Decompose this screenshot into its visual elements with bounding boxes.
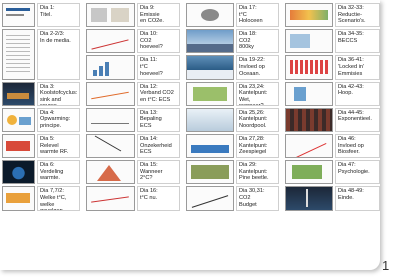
slide-thumbnail[interactable] bbox=[2, 107, 35, 132]
slide-thumbnail[interactable] bbox=[86, 133, 135, 159]
slide-thumbnail[interactable] bbox=[186, 107, 234, 132]
slide-thumbnail[interactable] bbox=[285, 29, 333, 54]
slide-label: Dia 12: Verband CO2 en t°C: ECS bbox=[137, 81, 180, 106]
slide-thumbnail[interactable] bbox=[2, 81, 35, 106]
page-number: 1 bbox=[382, 258, 390, 273]
slide-label: Dia 18: CO2 800ky bbox=[236, 29, 279, 54]
slide-label: Dia 15: Wanneer 2°C? bbox=[137, 160, 180, 185]
slide-thumbnail[interactable] bbox=[86, 81, 135, 106]
slide-thumbnail[interactable] bbox=[86, 3, 135, 28]
slide-label: Dia 42-43: Hoop. bbox=[335, 81, 380, 106]
slide-label: Dia 17: t°C Holoceen bbox=[236, 3, 279, 28]
slide-thumbnail[interactable] bbox=[285, 186, 333, 211]
slide-label: Dia 19-22: Invloed op Oceaan. bbox=[236, 55, 279, 80]
slide-grid: Dia 1: Titel. Dia 9: Emissie en CO2e. Di… bbox=[2, 2, 380, 268]
slide-label: Dia 34-35: BECCS bbox=[335, 29, 380, 54]
slide-label: Dia 32-33: Reductie- Scenario's. bbox=[335, 3, 380, 28]
slide-label: Dia 5: Relevel warmte RF. bbox=[37, 133, 80, 159]
slide-label: Dia 13: Bepaling ECS bbox=[137, 107, 180, 132]
slide-thumbnail[interactable] bbox=[186, 160, 234, 185]
slide-label: Dia 30,31: CO2 Budget bbox=[236, 186, 279, 211]
slide-thumbnail[interactable] bbox=[2, 186, 35, 211]
slide-label: Dia 14: Onzekerheid ECS bbox=[137, 133, 180, 159]
slide-label: Dia 1: Titel. bbox=[37, 3, 80, 28]
slide-thumbnail[interactable] bbox=[285, 55, 333, 80]
slide-thumbnail[interactable] bbox=[285, 107, 333, 132]
slide-thumbnail[interactable] bbox=[86, 55, 135, 80]
slide-thumbnail[interactable] bbox=[2, 3, 35, 28]
slide-label: Dia 16: t°C nu. bbox=[137, 186, 180, 211]
slide-thumbnail[interactable] bbox=[186, 186, 234, 211]
slide-label: Dia 27,28: Kantelpunt: Zeespiegel bbox=[236, 133, 279, 159]
slide-label: Dia 36-41: 'Locked in' Emmisies bbox=[335, 55, 380, 80]
slide-label: Dia 46: Invloed op Biosfeer. bbox=[335, 133, 380, 159]
slide-thumbnail[interactable] bbox=[186, 55, 234, 80]
slide-label: Dia 2-2/3: In de media. bbox=[37, 29, 80, 80]
slide-thumbnail[interactable] bbox=[285, 160, 333, 185]
slide-label: Dia 29: Kantelpunt: Pine beetle. bbox=[236, 160, 279, 185]
slide-thumbnail[interactable] bbox=[2, 160, 35, 185]
slide-thumbnail[interactable] bbox=[285, 133, 333, 159]
slide-thumbnail[interactable] bbox=[86, 160, 135, 185]
slide-thumbnail[interactable] bbox=[86, 186, 135, 211]
slide-thumbnail[interactable] bbox=[186, 81, 234, 106]
slide-label: Dia 23,24: Kantelpunt: Wet, wanneer? bbox=[236, 81, 279, 106]
slide-thumbnail[interactable] bbox=[2, 29, 35, 80]
slide-thumbnail[interactable] bbox=[186, 133, 234, 159]
slide-label: Dia 6: Verdeling warmte. bbox=[37, 160, 80, 185]
slide-label: Dia 9: Emissie en CO2e. bbox=[137, 3, 180, 28]
slide-thumbnail[interactable] bbox=[285, 3, 333, 28]
slide-label: Dia 11: t°C hoeveel? bbox=[137, 55, 180, 80]
slide-thumbnail[interactable] bbox=[186, 29, 234, 54]
slide-thumbnail[interactable] bbox=[186, 3, 234, 28]
slide-thumbnail[interactable] bbox=[285, 81, 333, 106]
slide-thumbnail[interactable] bbox=[86, 107, 135, 132]
slide-label: Dia 47: Psychologie. bbox=[335, 160, 380, 185]
slide-overview-sheet: Dia 1: Titel. Dia 9: Emissie en CO2e. Di… bbox=[0, 0, 380, 270]
slide-label: Dia 48-49: Einde. bbox=[335, 186, 380, 211]
slide-label: Dia 44-45: Exponentieel. bbox=[335, 107, 380, 132]
slide-label: Dia 10: CO2 hoeveel? bbox=[137, 29, 180, 54]
slide-label: Dia 7,7/2: Welke t°C, welke gevolgen bbox=[37, 186, 80, 211]
slide-label: Dia 4: Opwarming: principe. bbox=[37, 107, 80, 132]
slide-label: Dia 3: Koolstofcyclus: sink and source bbox=[37, 81, 80, 106]
slide-thumbnail[interactable] bbox=[2, 133, 35, 159]
slide-label: Dia 25,26: Kantelpunt: Noordpool. bbox=[236, 107, 279, 132]
slide-thumbnail[interactable] bbox=[86, 29, 135, 54]
